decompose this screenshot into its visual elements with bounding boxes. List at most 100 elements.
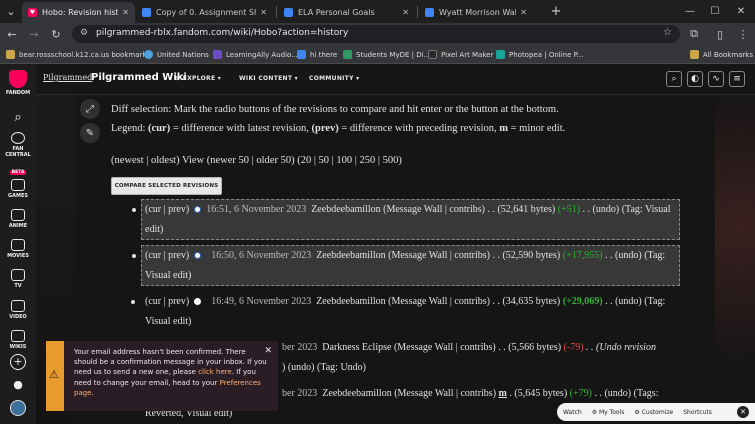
compare-selected-revisions-button[interactable]: COMPARE SELECTED REVISIONS bbox=[111, 177, 222, 195]
activity-button[interactable]: ∿ bbox=[708, 71, 724, 87]
user-tool-links[interactable]: (Message Wall | contribs) bbox=[388, 250, 490, 261]
undo-link[interactable]: . . (undo) bbox=[605, 250, 642, 261]
rail-item-games[interactable]: GAMES bbox=[0, 179, 36, 199]
wiki-wordmark[interactable]: Pilgrammed bbox=[43, 73, 92, 82]
theme-toggle-button[interactable]: ◐ bbox=[687, 71, 703, 87]
undo-link[interactable]: . . (undo) (Tags: bbox=[594, 388, 658, 399]
rail-item-video[interactable]: VIDEO bbox=[0, 300, 36, 320]
undo-link[interactable]: ) (undo) (Tag: Undo) bbox=[282, 362, 366, 373]
avatar-icon bbox=[10, 400, 26, 416]
bookmark-students-myde[interactable]: Students MyDE | Di... bbox=[343, 48, 430, 61]
reload-icon[interactable]: ↻ bbox=[48, 26, 64, 42]
bookmark-pixel-art-maker[interactable]: Pixel Art Maker bbox=[428, 48, 493, 61]
close-tab-icon[interactable]: ✕ bbox=[122, 8, 129, 17]
all-bookmarks-folder[interactable]: All Bookmarks bbox=[690, 48, 753, 61]
revision-radio[interactable] bbox=[194, 252, 202, 260]
rail-item-tv[interactable]: TV bbox=[0, 269, 36, 289]
rail-item-wikis[interactable]: WIKIS bbox=[0, 330, 36, 350]
menu-kebab-icon[interactable]: ⋮ bbox=[735, 26, 751, 42]
shortcuts-button[interactable]: Shortcuts bbox=[683, 409, 712, 416]
revision-radio[interactable] bbox=[194, 298, 202, 306]
notifications-button[interactable]: ● bbox=[0, 378, 36, 391]
paging-links[interactable]: (newest | oldest) View (newer 50 | older… bbox=[111, 155, 402, 166]
rail-item-movies[interactable]: MOVIES bbox=[0, 239, 36, 259]
bookmark-star-icon[interactable]: ☆ bbox=[663, 27, 672, 38]
wiki-menu-button[interactable]: ≡ bbox=[729, 71, 745, 87]
revision-date-link[interactable]: ber 2023 bbox=[282, 388, 317, 399]
browser-toolbar: ← → ↻ ⚙ pilgrammed-rblx.fandom.com/wiki/… bbox=[0, 23, 755, 45]
close-banner-icon[interactable]: ✕ bbox=[264, 346, 272, 356]
nav-explore[interactable]: ⊛ EXPLORE ▾ bbox=[175, 75, 221, 82]
list-bullet bbox=[131, 300, 135, 304]
maximize-icon[interactable]: ☐ bbox=[707, 3, 723, 19]
bookmark-photopea[interactable]: Photopea | Online P... bbox=[496, 48, 583, 61]
undo-link[interactable]: . . (undo) bbox=[583, 204, 620, 215]
click-here-link[interactable]: click here bbox=[198, 368, 232, 376]
user-tool-links[interactable]: (Message Wall | contribs) bbox=[394, 342, 496, 353]
revision-date-link[interactable]: 16:49, 6 November 2023 bbox=[211, 296, 311, 307]
back-icon[interactable]: ← bbox=[4, 26, 20, 42]
cur-prev-links[interactable]: (cur | prev) bbox=[145, 296, 189, 307]
my-tools-button[interactable]: ⚙ My Tools bbox=[592, 409, 625, 416]
cur-prev-links[interactable]: (cur | prev) bbox=[145, 204, 189, 215]
revision-user-link[interactable]: Zeebdeebamillon bbox=[322, 388, 391, 399]
nav-wiki-content[interactable]: WIKI CONTENT ▾ bbox=[239, 75, 298, 82]
close-window-icon[interactable]: ✕ bbox=[733, 3, 749, 19]
url-text[interactable]: pilgrammed-rblx.fandom.com/wiki/Hobo?act… bbox=[96, 28, 348, 38]
minimize-icon[interactable]: — bbox=[682, 3, 698, 19]
side-panel-icon[interactable]: ▯ bbox=[712, 26, 728, 42]
undo-link[interactable]: . . (undo) bbox=[605, 296, 642, 307]
customize-button[interactable]: ⚙ Customize bbox=[634, 409, 673, 416]
tab-hobo-revision-history[interactable]: ♥ Hobo: Revision history | Pilgra ✕ bbox=[22, 2, 135, 23]
revision-radio[interactable] bbox=[194, 206, 202, 214]
rail-item-anime[interactable]: ANIME bbox=[0, 209, 36, 229]
cur-prev-links[interactable]: (cur | prev) bbox=[145, 250, 189, 261]
nav-community[interactable]: COMMUNITY ▾ bbox=[309, 75, 359, 82]
plus-icon: + bbox=[10, 354, 26, 370]
user-tool-links[interactable]: (Message Wall | contribs) bbox=[394, 388, 496, 399]
close-tab-icon[interactable]: ✕ bbox=[260, 8, 267, 17]
tab-assignment-sheet[interactable]: Copy of 0. Assignment Sheet B ✕ bbox=[136, 2, 273, 23]
create-wiki-button[interactable]: + bbox=[0, 354, 36, 370]
rail-item-fan-central[interactable]: FAN CENTRAL BETA bbox=[0, 132, 36, 177]
revision-user-link[interactable]: Zeebdeebamillon bbox=[316, 296, 385, 307]
tab-search-icon[interactable]: ⌄ bbox=[3, 3, 19, 19]
revision-delta: (+79) bbox=[569, 388, 592, 399]
user-tool-links[interactable]: (Message Wall | contribs) bbox=[388, 296, 490, 307]
fandom-logo[interactable]: FANDOM bbox=[0, 70, 36, 96]
site-info-icon[interactable]: ⚙ bbox=[80, 28, 88, 38]
forward-icon[interactable]: → bbox=[26, 26, 42, 42]
revision-date-link[interactable]: ber 2023 bbox=[282, 342, 317, 353]
close-tab-icon[interactable]: ✕ bbox=[520, 8, 527, 17]
user-avatar[interactable] bbox=[0, 400, 36, 416]
address-bar[interactable]: ⚙ pilgrammed-rblx.fandom.com/wiki/Hobo?a… bbox=[72, 25, 680, 43]
close-tab-icon[interactable]: ✕ bbox=[402, 8, 409, 17]
revision-date-link[interactable]: 16:50, 6 November 2023 bbox=[211, 250, 311, 261]
fandom-favicon-icon: ♥ bbox=[28, 8, 37, 17]
close-toolbar-icon[interactable]: ✕ bbox=[737, 406, 749, 418]
search-rail-button[interactable]: ⌕ bbox=[0, 110, 36, 125]
bookmark-hi-there[interactable]: hi there bbox=[297, 48, 337, 61]
revision-delta: (+51) bbox=[557, 204, 581, 215]
bookmark-united-nations[interactable]: United Nations bbox=[144, 48, 209, 61]
user-tool-links[interactable]: (Message Wall | contribs) bbox=[383, 204, 485, 215]
revision-user-link[interactable]: Zeebdeebamillon bbox=[316, 250, 385, 261]
revision-user-link[interactable]: Zeebdeebamillon bbox=[311, 204, 380, 215]
rail-label: MOVIES bbox=[7, 253, 29, 259]
new-tab-button[interactable]: + bbox=[548, 3, 564, 19]
watch-button[interactable]: Watch bbox=[563, 409, 582, 416]
bookmark-icon bbox=[297, 50, 306, 59]
bookmark-learningally[interactable]: LearningAlly Audio... bbox=[213, 48, 298, 61]
compass-icon: ⊛ bbox=[175, 75, 183, 82]
bookmark-label: hi there bbox=[310, 50, 338, 59]
wiki-search-button[interactable]: ⌕ bbox=[666, 71, 682, 87]
revision-date-link[interactable]: 16:51, 6 November 2023 bbox=[206, 204, 306, 215]
tab-wyatt-morrison[interactable]: Wyatt Morrison Walker - ELA P ✕ bbox=[419, 2, 533, 23]
extensions-icon[interactable]: ⧉ bbox=[686, 26, 702, 42]
bookmark-folder-school[interactable]: bear.rossschool.k12.ca.us bookmarks bbox=[6, 48, 150, 61]
tab-ela-personal-goals[interactable]: ELA Personal Goals ✕ bbox=[278, 2, 415, 23]
wiki-name[interactable]: Pilgrammed Wiki bbox=[91, 72, 187, 83]
revision-user-link[interactable]: Darkness Eclipse bbox=[322, 342, 391, 353]
edit-button[interactable]: ✎ bbox=[80, 123, 100, 143]
expand-button[interactable]: ⤢ bbox=[80, 99, 100, 119]
